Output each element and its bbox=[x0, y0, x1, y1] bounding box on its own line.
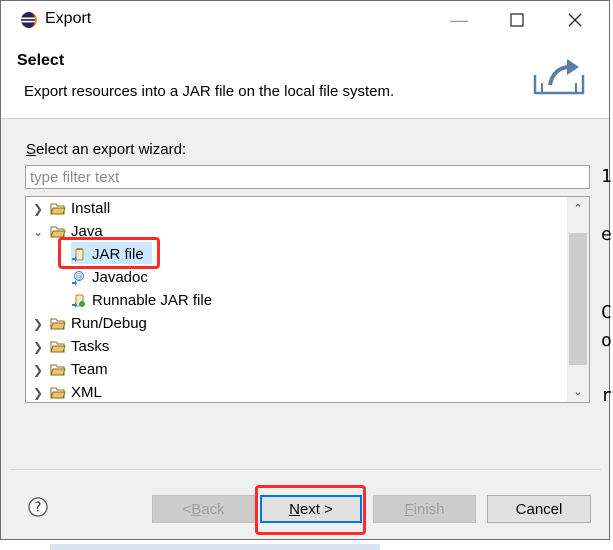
tree-item-run-debug[interactable]: ❯ Run/Debug bbox=[26, 313, 566, 335]
chevron-right-icon[interactable]: ❯ bbox=[32, 338, 44, 356]
chevron-right-icon[interactable]: ❯ bbox=[32, 361, 44, 379]
close-button[interactable] bbox=[555, 5, 595, 35]
export-dialog: Export — Select Export resources into a … bbox=[0, 0, 610, 540]
finish-button[interactable]: Finish bbox=[373, 495, 476, 523]
eclipse-icon bbox=[21, 12, 37, 28]
tree-item-runnable-jar[interactable]: Runnable JAR file bbox=[26, 290, 566, 312]
page-description: Export resources into a JAR file on the … bbox=[24, 83, 395, 100]
tree-item-label: Runnable JAR file bbox=[92, 292, 213, 309]
export-wizard-icon bbox=[533, 59, 585, 95]
minimize-icon: — bbox=[450, 9, 468, 30]
chevron-right-icon[interactable]: ❯ bbox=[32, 315, 44, 333]
folder-icon bbox=[50, 364, 66, 376]
cancel-button[interactable]: Cancel bbox=[487, 495, 591, 523]
tree-item-label: Team bbox=[71, 361, 108, 378]
svg-text:@: @ bbox=[76, 273, 83, 281]
scroll-down-icon[interactable]: ⌄ bbox=[567, 382, 589, 400]
page-title: Select bbox=[17, 52, 65, 69]
back-button[interactable]: < Back bbox=[152, 495, 255, 523]
maximize-icon bbox=[510, 13, 524, 27]
background-text: r bbox=[601, 385, 612, 406]
folder-icon bbox=[50, 341, 66, 353]
footer-divider bbox=[11, 469, 601, 470]
tree-item-javadoc[interactable]: @ Javadoc bbox=[26, 267, 566, 289]
chevron-right-icon[interactable]: ❯ bbox=[32, 200, 44, 218]
background-text: e bbox=[601, 224, 612, 245]
tree-item-xml[interactable]: ❯ XML bbox=[26, 382, 566, 402]
filter-input[interactable] bbox=[25, 165, 590, 189]
scroll-up-icon[interactable]: ⌃ bbox=[567, 199, 589, 217]
title-bar[interactable]: Export — bbox=[1, 1, 609, 39]
svg-text:?: ? bbox=[35, 501, 42, 516]
runnable-jar-icon bbox=[72, 294, 85, 308]
close-icon bbox=[568, 13, 582, 27]
tree-item-label: Run/Debug bbox=[71, 315, 147, 332]
tree-item-label: Javadoc bbox=[92, 269, 148, 286]
folder-icon bbox=[50, 318, 66, 330]
maximize-button[interactable] bbox=[497, 5, 537, 35]
tree-item-install[interactable]: ❯ Install bbox=[26, 198, 566, 220]
tree-item-label: Tasks bbox=[71, 338, 110, 355]
next-highlight-annotation bbox=[255, 485, 366, 535]
window-title: Export bbox=[45, 10, 92, 27]
folder-icon bbox=[50, 387, 66, 399]
background-text: o bbox=[601, 330, 612, 351]
chevron-down-icon[interactable]: ⌄ bbox=[32, 223, 44, 241]
chevron-right-icon[interactable]: ❯ bbox=[32, 384, 44, 402]
background-text: 1 bbox=[601, 166, 612, 187]
select-wizard-label: Select an export wizard: bbox=[26, 141, 187, 158]
tree-item-team[interactable]: ❯ Team bbox=[26, 359, 566, 381]
javadoc-icon: @ bbox=[72, 271, 84, 286]
tree-item-tasks[interactable]: ❯ Tasks bbox=[26, 336, 566, 358]
folder-icon bbox=[50, 203, 66, 215]
scrollbar-thumb[interactable] bbox=[569, 233, 587, 365]
help-icon[interactable]: ? bbox=[28, 497, 48, 517]
wizard-header: Select Export resources into a JAR file … bbox=[1, 39, 609, 119]
wizard-tree[interactable]: ❯ Install ⌄ Java JAR file @ Javadoc Runn… bbox=[25, 196, 590, 403]
jar-file-highlight-annotation bbox=[58, 237, 160, 269]
background-text: C bbox=[601, 302, 612, 323]
tree-scrollbar[interactable]: ⌃ ⌄ bbox=[567, 197, 589, 402]
minimize-button[interactable]: — bbox=[439, 5, 479, 35]
tree-item-label: Install bbox=[71, 200, 111, 217]
background-strip bbox=[50, 544, 380, 550]
tree-item-label: XML bbox=[71, 384, 102, 401]
